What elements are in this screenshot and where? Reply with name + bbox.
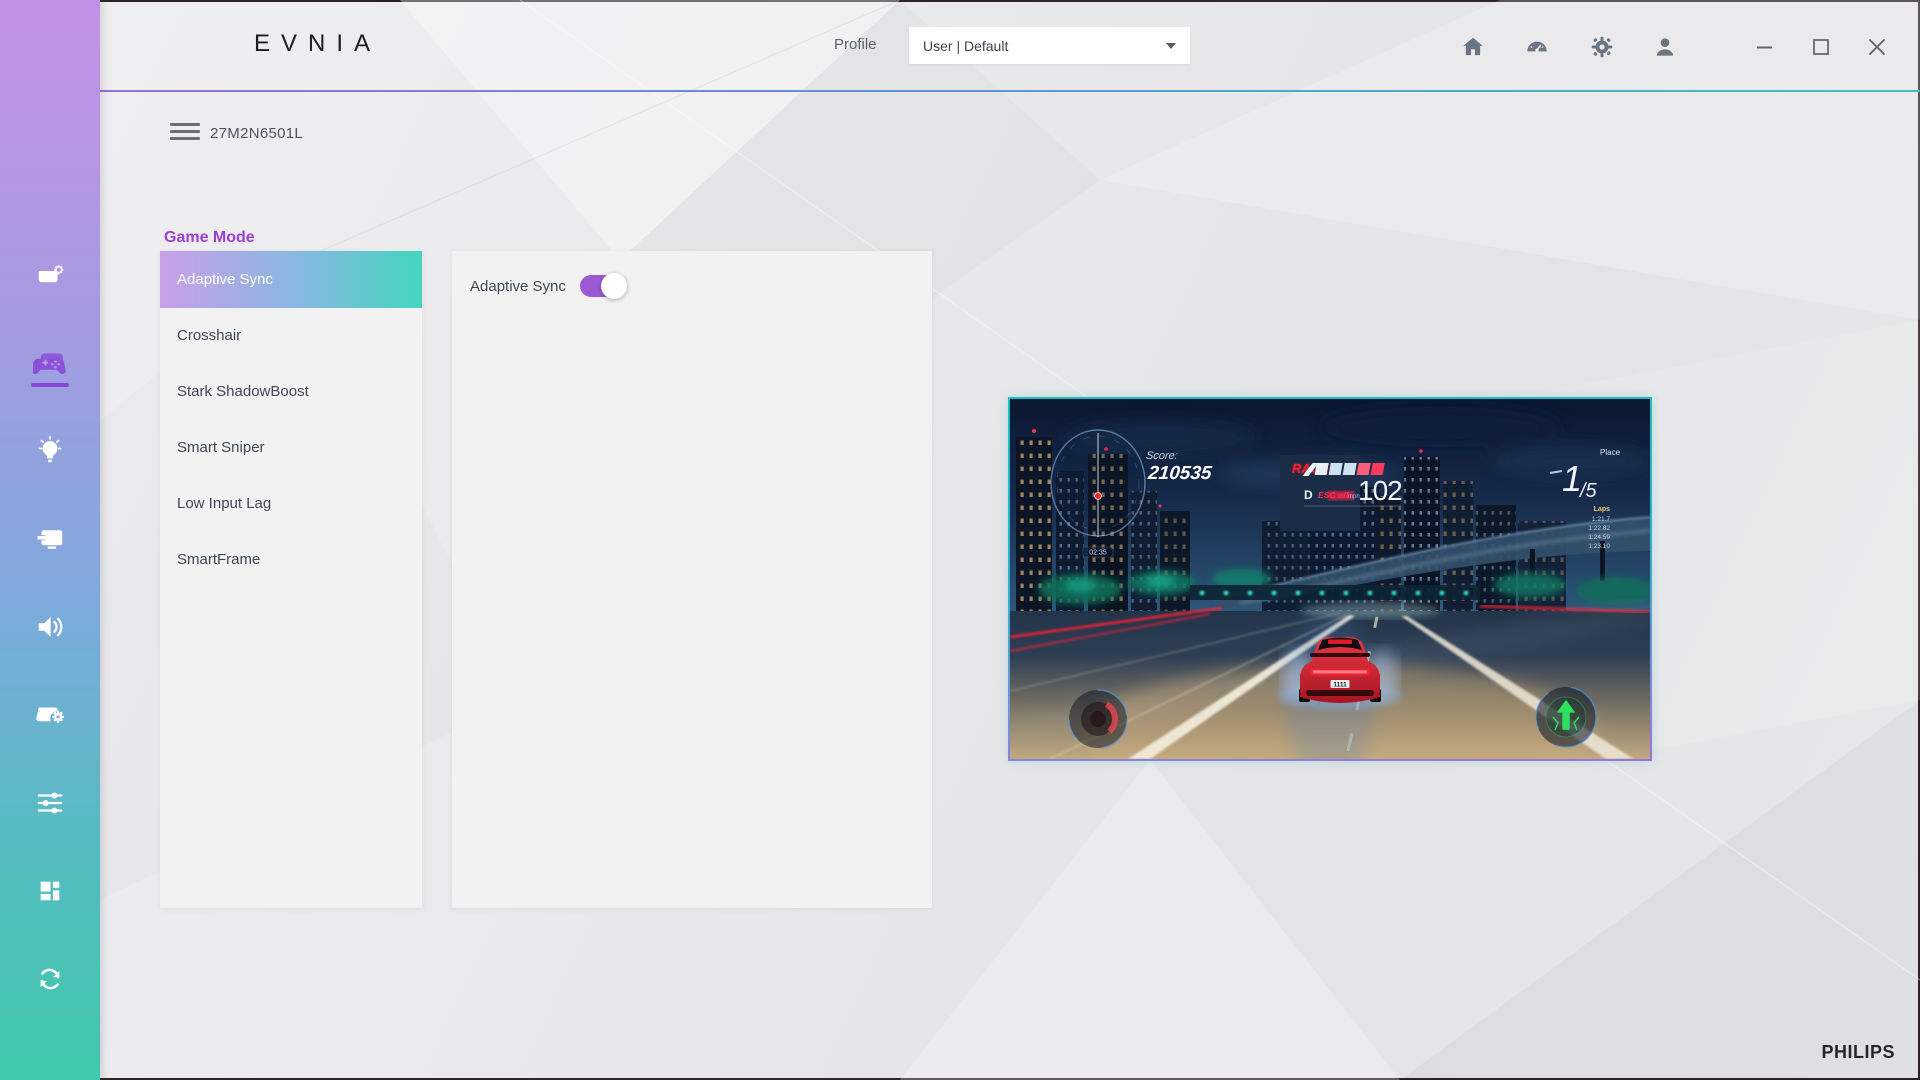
sidebar-item-refresh[interactable] — [0, 951, 100, 1007]
profile-dropdown-value: User | Default — [923, 38, 1166, 54]
minimize-button[interactable] — [1754, 36, 1776, 58]
user-icon — [1652, 34, 1678, 60]
license-plate: 1111 — [1333, 682, 1347, 689]
sidebar-item-game-mode[interactable] — [0, 336, 100, 392]
hamburger-icon — [170, 123, 200, 126]
laps-label: Laps — [1594, 506, 1610, 513]
chevron-down-icon — [1166, 43, 1176, 49]
gear-indicator: D — [1304, 488, 1313, 502]
lap-time: 1:22.82 — [1588, 525, 1610, 532]
score-value: 210535 — [1146, 463, 1213, 484]
page-title: Game Mode — [164, 229, 255, 247]
user-button[interactable] — [1652, 34, 1678, 60]
speaker-icon — [35, 613, 65, 641]
toggle-knob — [601, 273, 627, 299]
game-preview-frame: RACE RACE — [1008, 397, 1652, 761]
menu-item-low-input-lag[interactable]: Low Input Lag — [160, 476, 422, 532]
hud-timer: 02:35 — [1089, 550, 1107, 557]
lap-time: 1:23.10 — [1588, 543, 1610, 550]
settings-button[interactable] — [1589, 34, 1615, 60]
close-button[interactable] — [1866, 36, 1888, 58]
game-preview-image: RACE RACE — [1010, 399, 1650, 759]
maximize-button[interactable] — [1810, 36, 1832, 58]
sidebar-item-audio[interactable] — [0, 599, 100, 655]
close-icon — [1866, 36, 1888, 58]
menu-hamburger-button[interactable] — [170, 123, 200, 143]
menu-item-crosshair[interactable]: Crosshair — [160, 308, 422, 364]
active-indicator — [31, 383, 69, 387]
menu-item-smart-sniper[interactable]: Smart Sniper — [160, 420, 422, 476]
score-label: Score: — [1145, 450, 1178, 462]
minimize-icon — [1754, 36, 1776, 58]
menu-item-stark-shadowboost[interactable]: Stark ShadowBoost — [160, 364, 422, 420]
monitor-model-label: 27M2N6501L — [210, 125, 303, 142]
menu-item-adaptive-sync[interactable]: Adaptive Sync — [160, 251, 422, 308]
lap-time: 1:21.7 — [1592, 516, 1610, 523]
sliders-icon — [35, 789, 65, 817]
adaptive-sync-panel: Adaptive Sync — [452, 251, 932, 908]
sidebar-item-lighting[interactable] — [0, 423, 100, 479]
lightbulb-icon — [35, 435, 65, 467]
input-source-icon — [35, 525, 65, 553]
sidebar-item-adjustments[interactable] — [0, 775, 100, 831]
display-settings-icon — [35, 701, 65, 729]
philips-logo: PHILIPS — [1821, 1042, 1895, 1063]
home-button[interactable] — [1460, 34, 1486, 60]
hud-boost-button — [1536, 687, 1596, 747]
maximize-icon — [1810, 36, 1832, 58]
racing-game-scene: RACE RACE — [1010, 399, 1650, 759]
sidebar-item-display-settings[interactable] — [0, 687, 100, 743]
sidebar-item-multiview[interactable] — [0, 863, 100, 919]
sidebar-item-input-source[interactable] — [0, 511, 100, 567]
home-icon — [1460, 34, 1486, 60]
esc-label: ESC off — [1318, 490, 1350, 500]
gamepad-icon — [33, 348, 67, 380]
refresh-icon — [35, 964, 65, 994]
menu-item-smartframe[interactable]: SmartFrame — [160, 532, 422, 588]
place-value-small: /5 — [1578, 480, 1598, 502]
game-mode-menu: Adaptive Sync Crosshair Stark ShadowBoos… — [160, 251, 422, 908]
profile-dropdown[interactable]: User | Default — [909, 27, 1190, 64]
toggle-label: Adaptive Sync — [470, 278, 566, 295]
topbar-separator — [100, 90, 1920, 92]
evnia-logo: EVNIA — [254, 30, 381, 58]
sidebar-item-smartimage[interactable] — [0, 248, 100, 304]
hud-bottom-left-gauge — [1069, 690, 1127, 748]
sidebar — [0, 0, 100, 1080]
dashboard-button[interactable] — [1524, 34, 1550, 60]
settings-gear-icon — [1589, 34, 1615, 60]
dashboard-gauge-icon — [1524, 34, 1550, 60]
smartimage-icon — [35, 261, 65, 291]
multiview-icon — [36, 877, 64, 905]
profile-label: Profile — [834, 36, 877, 53]
evnia-app-window: EVNIA Profile User | Default — [0, 0, 1920, 1080]
lap-time: 1:24.59 — [1588, 534, 1610, 541]
place-label: Place — [1600, 448, 1621, 457]
adaptive-sync-toggle[interactable] — [580, 275, 624, 297]
speed-value: 102 — [1358, 475, 1402, 506]
